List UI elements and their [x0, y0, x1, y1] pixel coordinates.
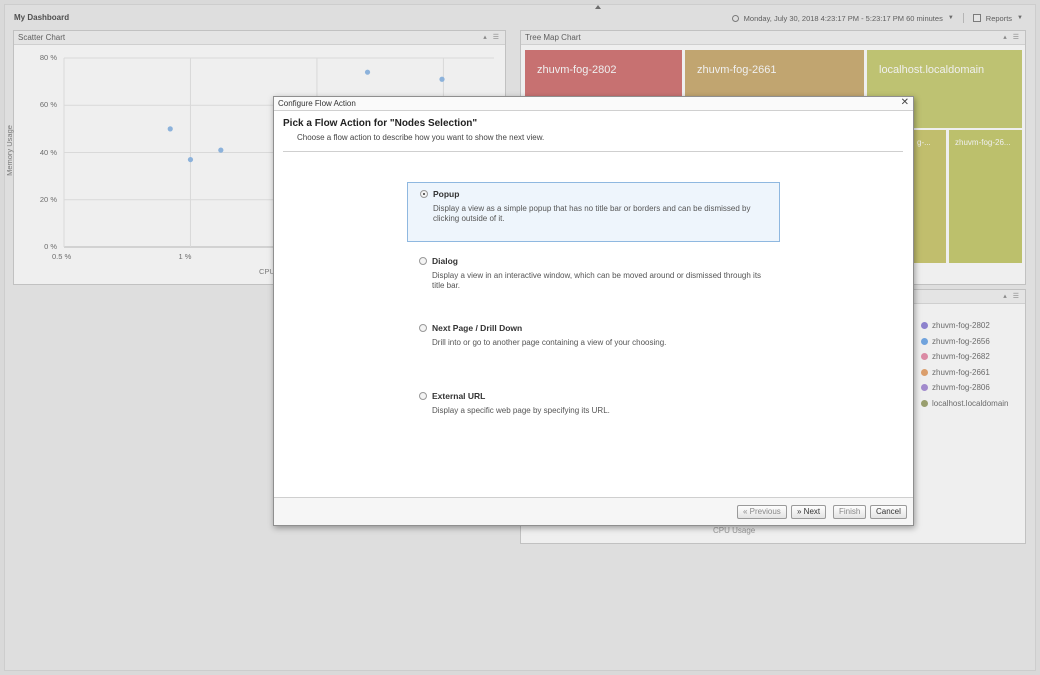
- dialog-heading: Pick a Flow Action for "Nodes Selection": [283, 118, 478, 129]
- dialog-subtitle: Choose a flow action to describe how you…: [297, 133, 545, 142]
- option-label: Popup: [433, 189, 460, 199]
- option-label: Next Page / Drill Down: [432, 323, 523, 333]
- finish-button[interactable]: Finish: [833, 505, 867, 519]
- cancel-button[interactable]: Cancel: [870, 505, 907, 519]
- radio-external-url[interactable]: [419, 392, 427, 400]
- close-icon[interactable]: ✕: [901, 97, 909, 108]
- option-description: Display a view as a simple popup that ha…: [433, 204, 751, 223]
- option-description: Display a specific web page by specifyin…: [432, 406, 610, 415]
- option-description: Drill into or go to another page contain…: [432, 338, 667, 347]
- option-next-page[interactable]: Next Page / Drill Down Drill into or go …: [407, 317, 780, 354]
- dialog-title: Configure Flow Action: [278, 99, 356, 108]
- option-popup[interactable]: Popup Display a view as a simple popup t…: [407, 182, 780, 242]
- next-button[interactable]: » Next: [791, 505, 827, 519]
- option-description: Display a view in an interactive window,…: [432, 271, 762, 290]
- dialog-header: Configure Flow Action ✕: [274, 97, 913, 111]
- radio-popup[interactable]: [420, 190, 428, 198]
- previous-button[interactable]: « Previous: [737, 505, 787, 519]
- option-dialog[interactable]: Dialog Display a view in an interactive …: [407, 250, 780, 297]
- radio-next-page[interactable]: [419, 324, 427, 332]
- divider: [283, 151, 903, 152]
- radio-dialog[interactable]: [419, 257, 427, 265]
- configure-flow-action-dialog: Configure Flow Action ✕ Pick a Flow Acti…: [273, 96, 914, 526]
- option-label: External URL: [432, 391, 486, 401]
- dialog-footer: « Previous » Next Finish Cancel: [274, 497, 913, 525]
- option-label: Dialog: [432, 256, 458, 266]
- option-external-url[interactable]: External URL Display a specific web page…: [407, 385, 780, 422]
